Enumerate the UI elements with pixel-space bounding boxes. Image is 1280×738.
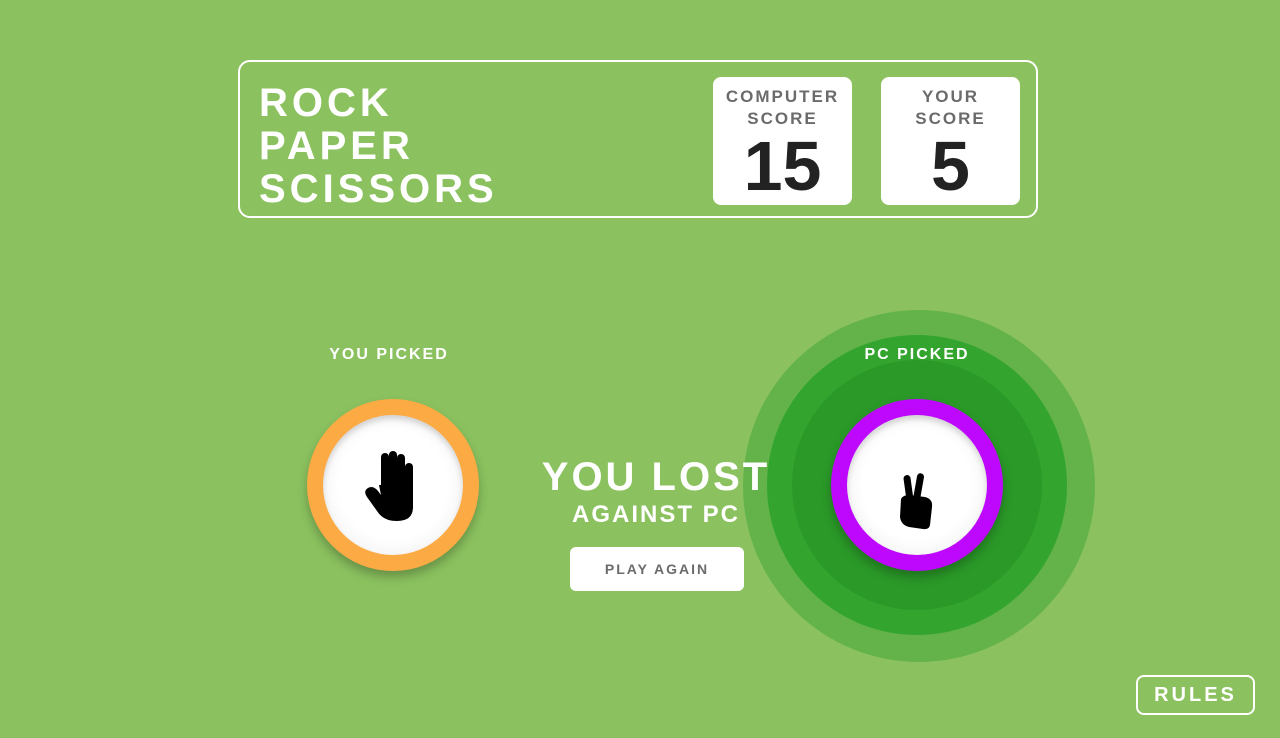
play-again-button[interactable]: PLAY AGAIN	[570, 547, 744, 591]
computer-score-value: 15	[743, 127, 822, 205]
victory-hand-icon	[900, 473, 933, 530]
title-line-scissors: SCISSORS	[259, 167, 498, 211]
rules-button[interactable]: RULES	[1136, 675, 1255, 715]
token-face	[847, 415, 987, 555]
computer-score-label: COMPUTER SCORE	[713, 86, 852, 130]
your-score-card: YOUR SCORE 5	[881, 77, 1020, 205]
your-score-value: 5	[931, 127, 970, 205]
computer-score-card: COMPUTER SCORE 15	[713, 77, 852, 205]
result-subheading: AGAINST PC	[571, 501, 740, 528]
scoreboard-header: ROCK PAPER SCISSORS COMPUTER SCORE 15 YO…	[238, 60, 1038, 218]
your-pick-paper-token	[307, 399, 479, 571]
title-line-rock: ROCK	[259, 81, 393, 125]
your-score-label-line1: YOUR	[921, 87, 980, 106]
pc-pick-scissors-token	[831, 399, 1003, 571]
result-heading: YOU LOST	[541, 455, 771, 499]
open-hand-icon	[365, 451, 413, 521]
token-face	[323, 415, 463, 555]
your-score-label: YOUR SCORE	[881, 86, 1020, 130]
you-picked-label: YOU PICKED	[329, 346, 449, 363]
title-line-paper: PAPER	[259, 124, 414, 168]
pc-picked-label: PC PICKED	[864, 346, 970, 363]
game-title: ROCK PAPER SCISSORS	[259, 82, 498, 211]
computer-score-label-line1: COMPUTER	[725, 87, 840, 106]
result-panel: YOU LOST AGAINST PC	[528, 455, 784, 529]
